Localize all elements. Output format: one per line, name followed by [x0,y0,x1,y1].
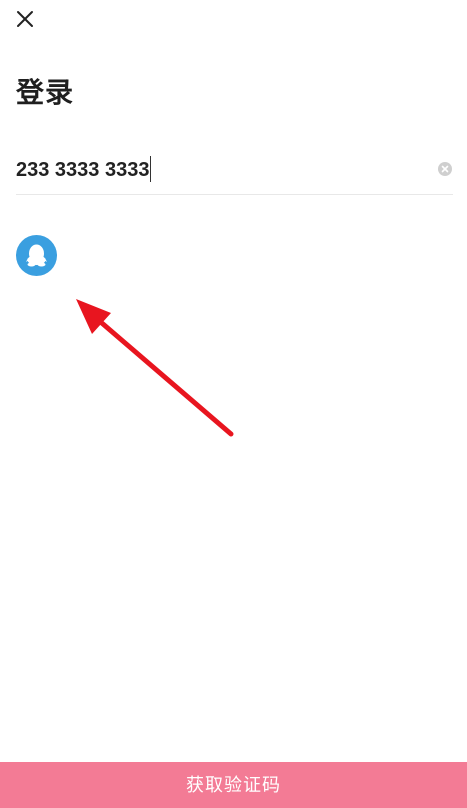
annotation-arrow [76,299,234,437]
page-title: 登录 [16,76,75,109]
login-screen: 登录 233 3333 3333 获取验证码 [0,0,467,808]
phone-input-row[interactable]: 233 3333 3333 [16,148,453,195]
phone-input-value: 233 3333 3333 [16,159,150,181]
phone-input[interactable]: 233 3333 3333 [16,156,152,184]
get-verification-code-button[interactable]: 获取验证码 [0,762,467,808]
text-cursor [150,156,152,182]
qq-login-button[interactable] [16,235,57,276]
close-button[interactable] [10,4,40,34]
qq-penguin-icon [26,244,47,267]
close-icon [17,11,33,27]
clear-input-button[interactable] [437,161,453,177]
clear-icon [438,162,452,176]
